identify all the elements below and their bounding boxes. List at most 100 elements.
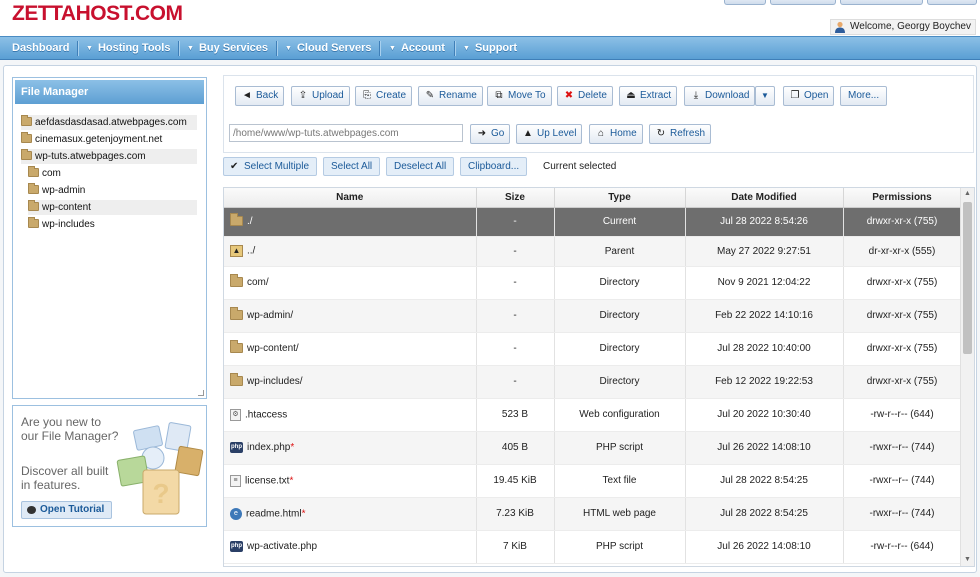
cell-name: wp-admin/ (224, 299, 477, 333)
table-row[interactable]: ≡ license.txt* 19.45 KiB Text file Jul 28… (224, 464, 962, 498)
cell-date: Feb 12 2022 19:22:53 (685, 365, 844, 399)
go-button[interactable]: ➜ Go (470, 124, 511, 144)
cell-date: Jul 26 2022 14:08:10 (685, 431, 844, 465)
tree-item-domain[interactable]: cinemasux.getenjoyment.net (21, 132, 197, 147)
tutorial-box: Are you new to our File Manager? Discove… (12, 405, 207, 527)
top-header: ZETTAHOST.COM Welcome, Georgy Boychev (0, 0, 980, 36)
modified-marker: * (289, 475, 294, 487)
tree-item-folder[interactable]: wp-includes (28, 217, 197, 232)
download-dropdown-button[interactable]: ▼ (755, 86, 775, 106)
refresh-button[interactable]: ↻ Refresh (649, 124, 712, 144)
table-row[interactable]: ▲ ../ - Parent May 27 2022 9:27:51 dr-xr-… (224, 236, 962, 267)
new-file-icon: ⎘ (363, 90, 371, 101)
up-level-button[interactable]: ▲ Up Level (516, 124, 583, 144)
upload-button[interactable]: ⇪ Upload (291, 86, 350, 106)
cell-type: Directory (554, 266, 686, 300)
main-nav: Dashboard ▼ Hosting Tools ▼ Buy Services ▼… (0, 36, 980, 60)
cell-permissions: -rw-r--r-- (644) (843, 530, 962, 564)
tree-item-folder[interactable]: com (28, 166, 197, 181)
open-tutorial-button[interactable]: Open Tutorial (21, 501, 113, 519)
rename-button[interactable]: ✎ Rename (418, 86, 483, 106)
top-menu-button-3[interactable] (840, 0, 923, 5)
nav-account[interactable]: ▼ Account (389, 37, 445, 60)
column-header-date-modified[interactable]: Date Modified (685, 188, 844, 208)
chevron-down-icon: ▼ (187, 45, 194, 52)
open-button[interactable]: ❐ Open (783, 86, 835, 106)
nav-separator (454, 41, 455, 56)
more-button[interactable]: More... (840, 86, 888, 106)
table-row[interactable]: php index.php* 405 B PHP script Jul 26 20… (224, 431, 962, 465)
nav-cloud-servers[interactable]: ▼ Cloud Servers (285, 37, 372, 60)
column-header-type[interactable]: Type (554, 188, 686, 208)
column-header-name[interactable]: Name (224, 188, 477, 208)
path-input[interactable] (229, 124, 463, 142)
nav-buy-services[interactable]: ▼ Buy Services (187, 37, 268, 60)
tree-item-domain[interactable]: wp-tuts.atwebpages.com (21, 149, 197, 164)
tutorial-intro-text: Are you new to our File Manager? (21, 415, 119, 443)
home-button[interactable]: ⌂ Home (589, 124, 643, 144)
cell-size: - (476, 365, 555, 399)
tree-item-domain[interactable]: aefdasdasdasad.atwebpages.com (21, 115, 197, 130)
cell-type: PHP script (554, 530, 686, 564)
cell-permissions: -rwxr--r-- (744) (843, 497, 962, 531)
folder-icon (230, 274, 243, 288)
cell-size: - (476, 207, 555, 237)
table-row[interactable]: com/ - Directory Nov 9 2021 12:04:22 drw… (224, 266, 962, 300)
create-button[interactable]: ⎘ Create (355, 86, 413, 106)
table-row[interactable]: php wp-activate.php 7 KiB PHP script Jul … (224, 530, 962, 564)
deselect-all-button[interactable]: Deselect All (386, 157, 455, 176)
table-row[interactable]: wp-admin/ - Directory Feb 22 2022 14:10:… (224, 299, 962, 333)
folder-icon (28, 217, 39, 228)
move-to-button[interactable]: ⧉ Move To (487, 86, 552, 106)
refresh-icon: ↻ (656, 128, 666, 139)
cell-permissions: drwxr-xr-x (755) (843, 299, 962, 333)
php-file-icon: php (230, 441, 243, 453)
top-menu-button-1[interactable] (724, 0, 766, 5)
table-row[interactable]: wp-includes/ - Directory Feb 12 2022 19:… (224, 365, 962, 399)
extract-button[interactable]: ⏏ Extract (619, 86, 678, 106)
cell-name: ./ (224, 207, 477, 237)
resize-handle[interactable] (198, 390, 204, 396)
tree-item-folder[interactable]: wp-content (28, 200, 197, 215)
folder-icon (230, 307, 243, 321)
select-all-button[interactable]: Select All (323, 157, 381, 176)
cell-date: May 27 2022 9:27:51 (685, 236, 844, 267)
cell-permissions: -rwxr--r-- (744) (843, 464, 962, 498)
table-row[interactable]: ⚙ .htaccess 523 B Web configuration Jul 2… (224, 398, 962, 432)
nav-separator (178, 41, 179, 56)
delete-button[interactable]: ✖ Delete (557, 86, 613, 106)
vertical-scrollbar[interactable]: ▲ ▼ (960, 188, 974, 566)
column-header-size[interactable]: Size (476, 188, 555, 208)
arrow-up-icon: ▲ (523, 128, 533, 139)
cell-permissions: drwxr-xr-x (755) (843, 266, 962, 300)
clipboard-button[interactable]: Clipboard... (460, 157, 528, 176)
select-multiple-button[interactable]: ✔ Select Multiple (223, 157, 318, 176)
nav-hosting-tools[interactable]: ▼ Hosting Tools (86, 37, 170, 60)
table-row[interactable]: ./ - Current Jul 28 2022 8:54:26 drwxr-x… (224, 207, 962, 237)
table-row[interactable]: e readme.html* 7.23 KiB HTML web page Jul… (224, 497, 962, 531)
column-header-permissions[interactable]: Permissions (843, 188, 962, 208)
welcome-user[interactable]: Welcome, Georgy Boychev (830, 19, 976, 35)
back-button[interactable]: ◄ Back (235, 86, 285, 106)
download-button[interactable]: ⤓ Download (684, 86, 756, 106)
site-logo[interactable]: ZETTAHOST.COM (12, 2, 183, 26)
cell-date: Jul 26 2022 14:08:10 (685, 530, 844, 564)
cell-date: Jul 20 2022 10:30:40 (685, 398, 844, 432)
top-menu-button-2[interactable] (770, 0, 836, 5)
php-file-icon: php (230, 540, 243, 552)
nav-dashboard[interactable]: Dashboard (12, 37, 69, 60)
top-menu-button-4[interactable] (927, 0, 977, 5)
table-row[interactable]: wp-content/ - Directory Jul 28 2022 10:4… (224, 332, 962, 366)
scrollbar-thumb[interactable] (963, 202, 972, 354)
cell-permissions: drwxr-xr-x (755) (843, 332, 962, 366)
table-header-row: Name Size Type Date Modified Permissions (224, 188, 962, 208)
folder-icon (230, 213, 243, 227)
scroll-down-arrow-icon[interactable]: ▼ (961, 554, 974, 566)
scroll-up-arrow-icon[interactable]: ▲ (961, 188, 974, 200)
tree-item-folder[interactable]: wp-admin (28, 183, 197, 198)
nav-support[interactable]: ▼ Support (463, 37, 517, 60)
folder-icon (21, 132, 32, 143)
pen-icon: ✎ (425, 90, 435, 101)
cell-date: Jul 28 2022 8:54:25 (685, 497, 844, 531)
home-icon: ⌂ (597, 128, 605, 139)
